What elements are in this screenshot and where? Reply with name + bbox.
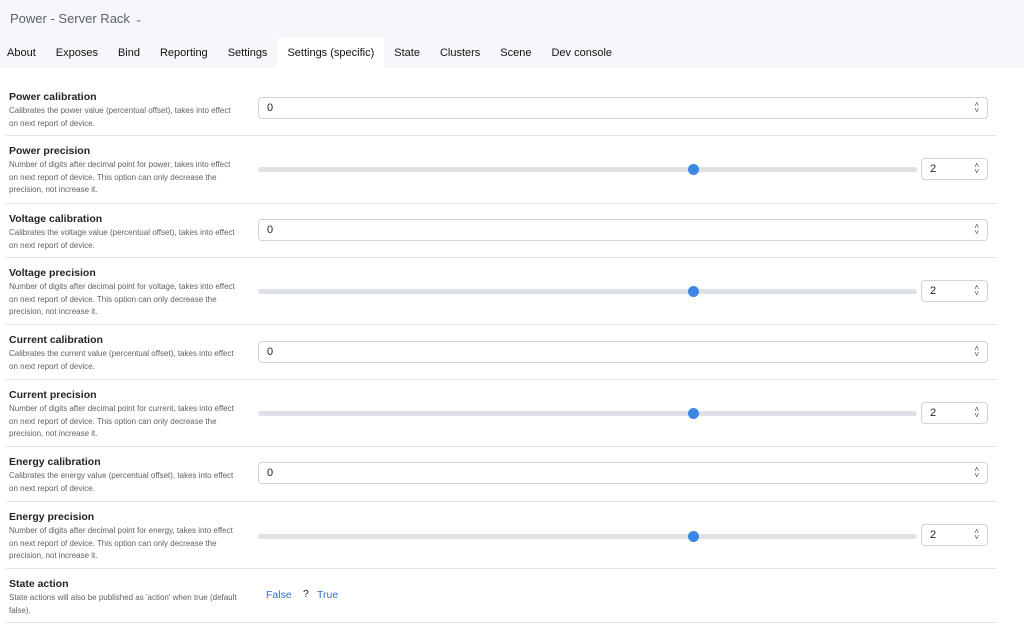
energy-precision-input[interactable]: 2 ˄ ˅ [921, 524, 988, 546]
energy-precision-slider[interactable] [258, 531, 917, 542]
energy-calibration-input[interactable]: 0 ˄ ˅ [258, 462, 988, 484]
setting-label: Current calibration [9, 334, 103, 346]
tab-bind[interactable]: Bind [108, 37, 150, 68]
spinner-arrows-icon[interactable]: ˄ ˅ [974, 284, 979, 298]
setting-label: Energy calibration [9, 456, 101, 468]
slider-thumb[interactable] [687, 286, 699, 297]
setting-current-precision: Current precision Number of digits after… [6, 380, 996, 447]
setting-power-calibration: Power calibration Calibrates the power v… [6, 82, 996, 136]
input-value: 0 [267, 102, 274, 114]
current-calibration-input[interactable]: 0 ˄ ˅ [258, 341, 988, 363]
spinner-arrows-icon[interactable]: ˄ ˅ [974, 101, 979, 115]
setting-label: Voltage calibration [9, 213, 103, 225]
setting-description: Number of digits after decimal point for… [9, 160, 231, 194]
input-value: 0 [267, 467, 274, 479]
spinner-arrows-icon[interactable]: ˄ ˅ [974, 406, 979, 420]
tab-scene[interactable]: Scene [490, 37, 541, 68]
setting-label: Current precision [9, 389, 97, 401]
spinner-arrows-icon[interactable]: ˄ ˅ [974, 466, 979, 480]
slider-thumb[interactable] [687, 164, 699, 175]
state-action-true-option[interactable]: True [317, 589, 338, 601]
input-value: 0 [267, 346, 274, 358]
tab-settings-specific[interactable]: Settings (specific) [277, 37, 385, 68]
tab-dev-console[interactable]: Dev console [541, 37, 622, 68]
setting-label: Energy precision [9, 511, 95, 523]
setting-label: Voltage precision [9, 267, 96, 279]
setting-description: Number of digits after decimal point for… [9, 282, 235, 316]
slider-thumb[interactable] [687, 531, 699, 542]
setting-energy-precision: Energy precision Number of digits after … [6, 502, 996, 569]
setting-energy-calibration: Energy calibration Calibrates the energy… [6, 447, 996, 502]
setting-voltage-calibration: Voltage calibration Calibrates the volta… [6, 204, 996, 258]
tab-settings[interactable]: Settings [218, 37, 278, 68]
input-value: 2 [930, 163, 937, 175]
tab-about[interactable]: About [0, 37, 46, 68]
input-value: 0 [267, 224, 274, 236]
setting-description: Calibrates the current value (percentual… [9, 349, 234, 371]
setting-description: Calibrates the voltage value (percentual… [9, 228, 235, 250]
device-title-bar[interactable]: Power - Server Rack ⌄ [0, 0, 1024, 36]
tab-state[interactable]: State [384, 37, 430, 68]
voltage-calibration-input[interactable]: 0 ˄ ˅ [258, 219, 988, 241]
setting-description: Number of digits after decimal point for… [9, 526, 233, 560]
state-action-false-option[interactable]: False [266, 589, 292, 601]
setting-label: Power calibration [9, 91, 97, 103]
voltage-precision-input[interactable]: 2 ˄ ˅ [921, 280, 988, 302]
current-precision-slider[interactable] [258, 408, 917, 419]
spinner-arrows-icon[interactable]: ˄ ˅ [974, 162, 979, 176]
input-value: 2 [930, 407, 937, 419]
tab-exposes[interactable]: Exposes [46, 37, 108, 68]
setting-description: Calibrates the power value (percentual o… [9, 106, 231, 128]
power-calibration-input[interactable]: 0 ˄ ˅ [258, 97, 988, 119]
tab-reporting[interactable]: Reporting [150, 37, 218, 68]
setting-label: State action [9, 578, 69, 590]
setting-voltage-precision: Voltage precision Number of digits after… [6, 258, 996, 325]
setting-description: Number of digits after decimal point for… [9, 404, 234, 438]
spinner-arrows-icon[interactable]: ˄ ˅ [974, 223, 979, 237]
tab-clusters[interactable]: Clusters [430, 37, 490, 68]
input-value: 2 [930, 285, 937, 297]
setting-description: State actions will also be published as … [9, 593, 237, 615]
device-title[interactable]: Power - Server Rack [10, 11, 130, 26]
voltage-precision-slider[interactable] [258, 286, 917, 297]
setting-state-action: State action State actions will also be … [6, 569, 996, 623]
spinner-arrows-icon[interactable]: ˄ ˅ [974, 528, 979, 542]
input-value: 2 [930, 529, 937, 541]
slider-thumb[interactable] [687, 408, 699, 419]
setting-power-precision: Power precision Number of digits after d… [6, 136, 996, 204]
chevron-down-icon[interactable]: ⌄ [135, 14, 143, 25]
setting-current-calibration: Current calibration Calibrates the curre… [6, 325, 996, 380]
spinner-arrows-icon[interactable]: ˄ ˅ [974, 345, 979, 359]
question-icon: ? [303, 588, 309, 600]
setting-label: Power precision [9, 145, 91, 157]
power-precision-slider[interactable] [258, 164, 917, 175]
current-precision-input[interactable]: 2 ˄ ˅ [921, 402, 988, 424]
tab-bar: About Exposes Bind Reporting Settings Se… [0, 37, 622, 68]
power-precision-input[interactable]: 2 ˄ ˅ [921, 158, 988, 180]
settings-panel: Power calibration Calibrates the power v… [0, 68, 1024, 632]
setting-description: Calibrates the energy value (percentual … [9, 471, 234, 493]
